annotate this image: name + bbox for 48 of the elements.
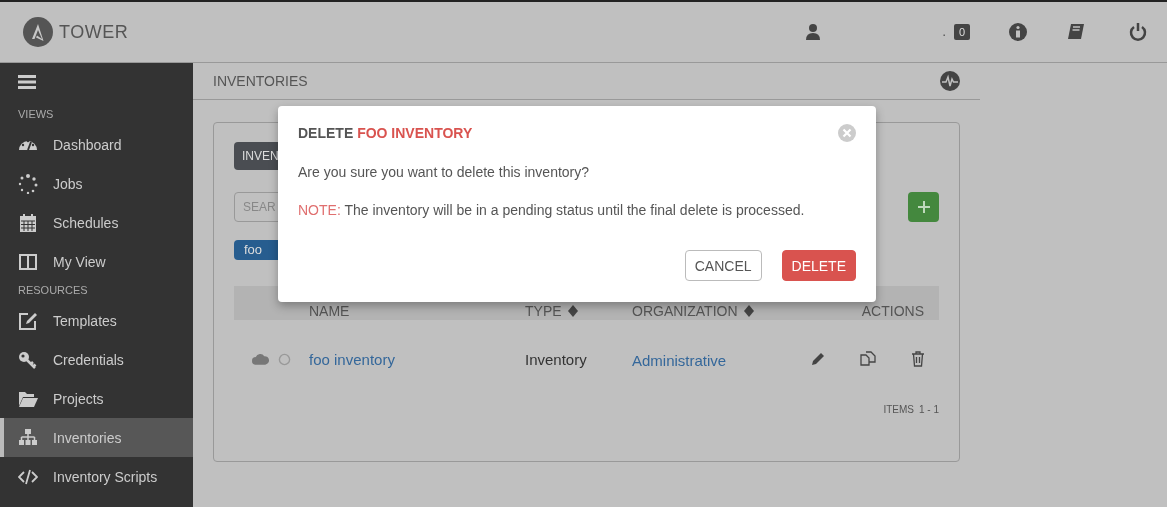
note-label: NOTE: <box>298 202 341 218</box>
sidebar-item[interactable]: Inventories <box>0 418 193 457</box>
cloud-icon <box>252 353 269 365</box>
trash-icon[interactable] <box>910 351 926 367</box>
columns-icon <box>18 251 38 272</box>
activity-icon[interactable] <box>940 71 960 91</box>
sidebar-item[interactable]: Inventory Scripts <box>0 457 193 496</box>
status-icon <box>278 352 291 366</box>
copy-icon[interactable] <box>860 351 876 367</box>
section-heading: VIEWS <box>17 107 55 122</box>
column-header[interactable]: NAME <box>309 303 525 319</box>
column-header[interactable]: ORGANIZATION <box>632 303 790 319</box>
spinner-icon <box>18 173 38 194</box>
sidebar-item[interactable]: Dashboard <box>0 125 193 164</box>
brand-name: TOWER <box>59 21 129 43</box>
sidebar-item[interactable]: Credentials <box>0 340 193 379</box>
items-label: ITEMS <box>883 404 914 415</box>
user-label: . <box>942 25 946 39</box>
add-button[interactable] <box>908 192 939 222</box>
page-title: INVENTORIES <box>213 73 308 89</box>
sitemap-icon <box>18 427 38 448</box>
edit-icon[interactable] <box>810 351 826 367</box>
sidebar-item[interactable]: Jobs <box>0 164 193 203</box>
info-icon[interactable] <box>1008 22 1028 42</box>
sidebar-item[interactable]: Schedules <box>0 203 193 242</box>
dialog-message: Are you sure you want to delete this inventory? <box>298 164 591 180</box>
section-heading: RESOURCES <box>17 283 89 298</box>
sidebar-item[interactable]: Templates <box>0 301 193 340</box>
edit-icon <box>18 310 38 331</box>
delete-button[interactable]: DELETE <box>781 250 856 281</box>
calendar-icon <box>18 212 38 233</box>
dialog-title: DELETE FOO INVENTORY <box>298 125 473 141</box>
plus-icon <box>917 201 930 213</box>
sidebar-item[interactable]: Projects <box>0 379 193 418</box>
items-range: 1 - 1 <box>919 404 939 415</box>
menu-icon[interactable] <box>18 75 36 89</box>
column-header[interactable]: TYPE <box>525 303 632 319</box>
sidebar-item[interactable]: My View <box>0 242 193 281</box>
book-icon[interactable] <box>1066 22 1086 42</box>
table-cell-text: Inventory <box>525 350 588 368</box>
key-icon <box>18 349 38 370</box>
power-icon[interactable] <box>1128 22 1148 42</box>
note-text: The inventory will be in a pending status until the final delete is processed. <box>344 202 805 218</box>
user-icon[interactable] <box>804 22 821 42</box>
logo-icon <box>23 17 53 47</box>
column-header[interactable]: ACTIONS <box>790 303 939 319</box>
count-badge: 0 <box>953 24 970 40</box>
cancel-button[interactable]: CANCEL <box>684 250 762 281</box>
